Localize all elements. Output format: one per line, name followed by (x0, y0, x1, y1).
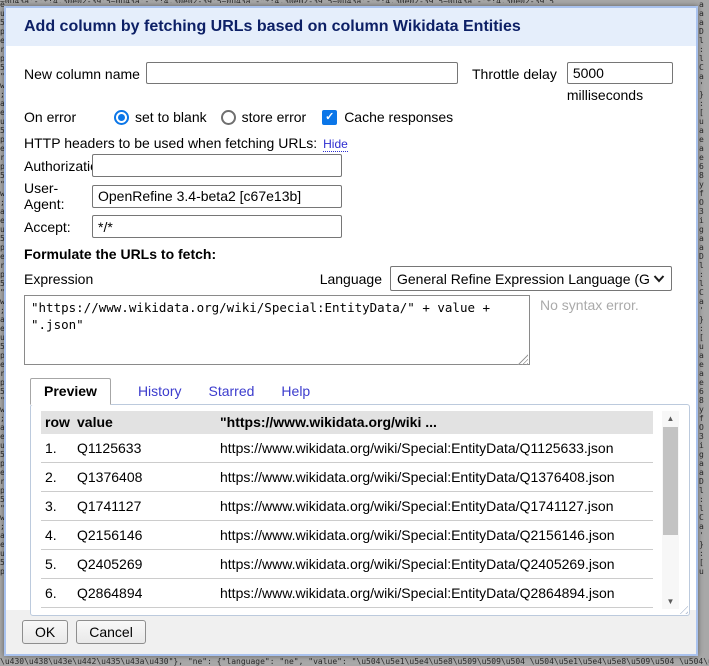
user-agent-input[interactable] (92, 185, 342, 208)
url-cell: https://www.wikidata.org/wiki/Special:En… (216, 579, 653, 608)
table-row: 5.Q2405269https://www.wikidata.org/wiki/… (41, 550, 653, 579)
authorization-label: Authorization: (24, 158, 92, 174)
tab-starred[interactable]: Starred (209, 383, 255, 404)
ok-button[interactable]: OK (22, 620, 68, 644)
dialog-footer: OK Cancel (6, 610, 696, 654)
tab-help[interactable]: Help (281, 383, 310, 404)
row-column-header: row (41, 411, 73, 434)
dialog-title: Add column by fetching URLs based on col… (6, 8, 696, 46)
background-noise-right: a a a D l : l C a ' } : [ u a e a e 6 8 … (699, 0, 709, 666)
value-cell: Q1741127 (73, 492, 216, 521)
chevron-down-icon (653, 275, 665, 283)
cache-responses-checkbox[interactable]: ✓ (322, 110, 337, 125)
add-column-by-fetching-urls-dialog: Add column by fetching URLs based on col… (4, 6, 698, 656)
throttle-delay-input[interactable] (567, 62, 673, 84)
tab-bar: Preview History Starred Help (30, 378, 688, 404)
language-select[interactable]: General Refine Expression Language (GREL… (390, 266, 672, 291)
table-header-row: row value "https://www.wikidata.org/wiki… (41, 411, 653, 434)
language-select-value: General Refine Expression Language (GREL… (397, 271, 649, 287)
value-cell: Q2864894 (73, 579, 216, 608)
language-label: Language (320, 271, 382, 287)
accept-label: Accept: (24, 219, 92, 235)
preview-scrollbar[interactable]: ▲ ▼ (662, 411, 679, 609)
set-to-blank-label[interactable]: set to blank (135, 109, 207, 125)
row-number-cell: 2. (41, 463, 73, 492)
cancel-button[interactable]: Cancel (76, 620, 146, 644)
expression-editor-row: "https://www.wikidata.org/wiki/Special:E… (24, 295, 688, 368)
new-column-name-label: New column name (24, 62, 146, 82)
authorization-input[interactable] (92, 154, 342, 177)
accept-row: Accept: (24, 215, 688, 238)
value-column-header: value (73, 411, 216, 434)
value-cell: Q2405269 (73, 550, 216, 579)
url-cell: https://www.wikidata.org/wiki/Special:En… (216, 434, 653, 463)
table-row: 1.Q1125633https://www.wikidata.org/wiki/… (41, 434, 653, 463)
url-cell: https://www.wikidata.org/wiki/Special:En… (216, 521, 653, 550)
http-headers-row: HTTP headers to be used when fetching UR… (24, 135, 688, 151)
set-to-blank-radio[interactable] (114, 110, 129, 125)
value-cell: Q1125633 (73, 434, 216, 463)
preview-table: row value "https://www.wikidata.org/wiki… (41, 411, 653, 611)
on-error-label: On error (24, 109, 114, 125)
row-number-cell: 4. (41, 521, 73, 550)
expression-textarea-wrap: "https://www.wikidata.org/wiki/Special:E… (24, 295, 530, 368)
table-row: 3.Q1741127https://www.wikidata.org/wiki/… (41, 492, 653, 521)
table-row: 7.Q2901201https://www.wikidata.org/wiki/… (41, 608, 653, 612)
preview-panel: row value "https://www.wikidata.org/wiki… (30, 404, 690, 616)
expression-language-row: Expression Language General Refine Expre… (24, 266, 688, 291)
authorization-row: Authorization: (24, 154, 688, 177)
row-number-cell: 7. (41, 608, 73, 612)
dialog-body: New column name Throttle delay milliseco… (6, 62, 696, 616)
url-cell: https://www.wikidata.org/wiki/Special:En… (216, 463, 653, 492)
url-cell: https://www.wikidata.org/wiki/Special:En… (216, 550, 653, 579)
throttle-unit-label: milliseconds (567, 87, 673, 103)
scrollbar-up-arrow-icon[interactable]: ▲ (662, 411, 679, 426)
http-headers-label: HTTP headers to be used when fetching UR… (24, 135, 317, 151)
user-agent-label: User-Agent: (24, 180, 92, 212)
row-number-cell: 1. (41, 434, 73, 463)
url-column-header: "https://www.wikidata.org/wiki ... (216, 411, 653, 434)
scrollbar-down-arrow-icon[interactable]: ▼ (662, 594, 679, 609)
user-agent-row: User-Agent: (24, 180, 688, 212)
row-number-cell: 6. (41, 579, 73, 608)
throttle-delay-label: Throttle delay (472, 62, 557, 82)
preview-scroll-area: row value "https://www.wikidata.org/wiki… (41, 411, 653, 611)
throttle-wrap: milliseconds (567, 62, 673, 103)
table-row: 6.Q2864894https://www.wikidata.org/wiki/… (41, 579, 653, 608)
table-row: 2.Q1376408https://www.wikidata.org/wiki/… (41, 463, 653, 492)
store-error-radio[interactable] (221, 110, 236, 125)
table-row: 4.Q2156146https://www.wikidata.org/wiki/… (41, 521, 653, 550)
row-number-cell: 3. (41, 492, 73, 521)
formulate-urls-label: Formulate the URLs to fetch: (24, 246, 688, 262)
row-number-cell: 5. (41, 550, 73, 579)
tab-history[interactable]: History (138, 383, 182, 404)
url-cell: https://www.wikidata.org/wiki/Special:En… (216, 492, 653, 521)
syntax-status-text: No syntax error. (540, 295, 639, 313)
value-cell: Q2156146 (73, 521, 216, 550)
preview-table-body: 1.Q1125633https://www.wikidata.org/wiki/… (41, 434, 653, 611)
scrollbar-thumb[interactable] (663, 427, 678, 535)
background-noise-top: ~0u43a'-"*;4.30e02-39'5~0u43a'-"*;4.30e0… (0, 0, 709, 3)
store-error-label[interactable]: store error (242, 109, 307, 125)
expression-label: Expression (24, 271, 93, 287)
background-noise-bottom: \u430\u438\u43e\u442\u435\u43a\u430"}, "… (0, 657, 709, 666)
tab-preview[interactable]: Preview (30, 378, 111, 405)
new-column-row: New column name Throttle delay milliseco… (24, 62, 688, 103)
cache-responses-label[interactable]: Cache responses (344, 109, 453, 125)
hide-headers-link[interactable]: Hide (323, 137, 348, 152)
on-error-row: On error set to blank store error ✓ Cach… (24, 109, 688, 125)
url-cell: https://www.wikidata.org/wiki/Special:En… (216, 608, 653, 612)
accept-input[interactable] (92, 215, 342, 238)
expression-textarea[interactable]: "https://www.wikidata.org/wiki/Special:E… (24, 295, 530, 365)
value-cell: Q1376408 (73, 463, 216, 492)
value-cell: Q2901201 (73, 608, 216, 612)
new-column-name-input[interactable] (146, 62, 458, 84)
